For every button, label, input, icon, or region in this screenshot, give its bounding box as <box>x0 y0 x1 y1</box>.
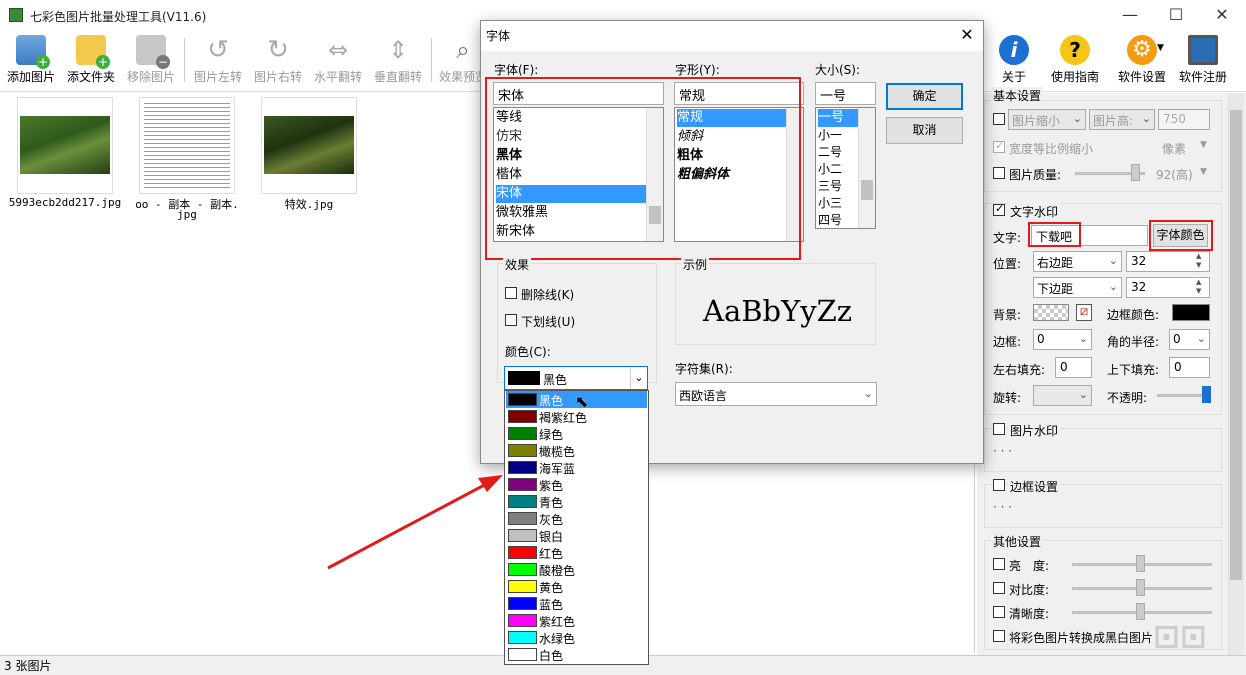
annotation-arrow <box>327 475 503 570</box>
site-watermark-logo: ⊡⊡ <box>1153 617 1207 655</box>
